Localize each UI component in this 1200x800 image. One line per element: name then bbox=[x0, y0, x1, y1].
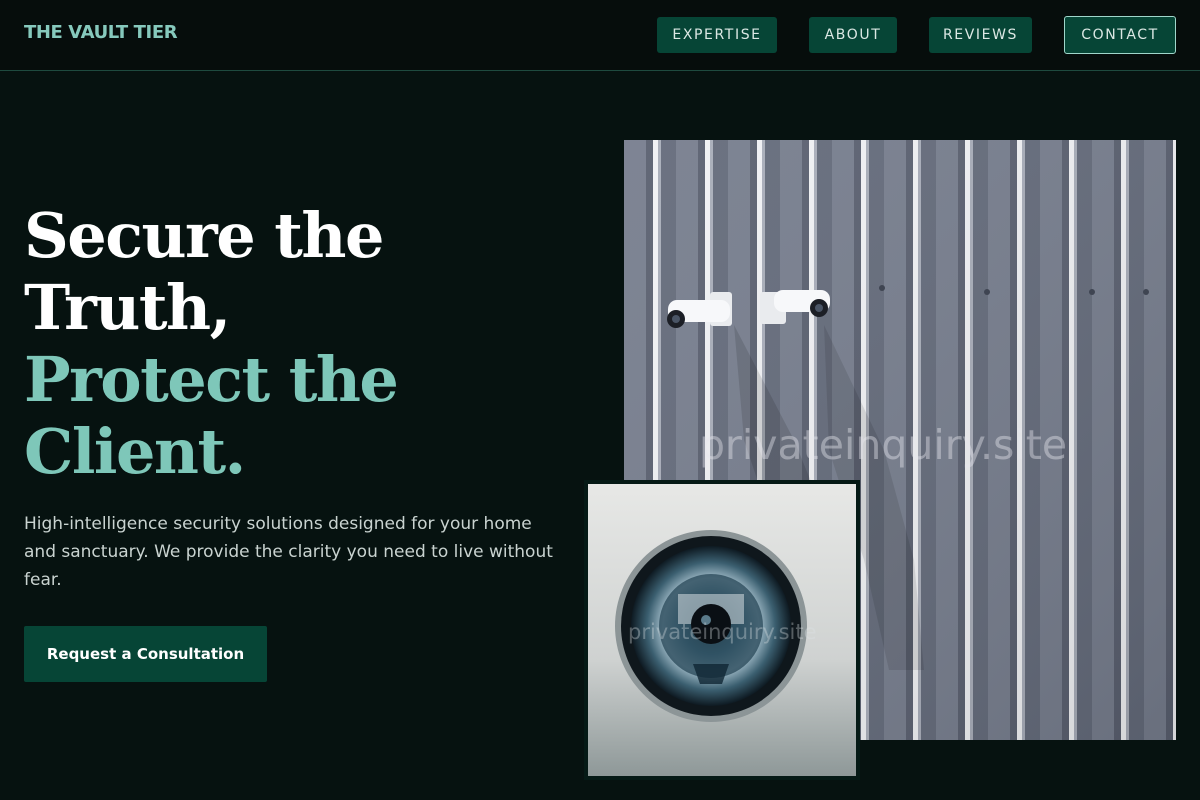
request-consultation-button[interactable]: Request a Consultation bbox=[24, 626, 267, 682]
hero-description: High-intelligence security solutions des… bbox=[24, 514, 553, 590]
camera-lens-image bbox=[584, 480, 860, 780]
headline-line-2: Truth, bbox=[24, 271, 231, 344]
camera-lens-graphic bbox=[588, 484, 856, 776]
headline-line-4: Client. bbox=[24, 415, 246, 488]
headline-line-3: Protect the bbox=[24, 343, 399, 416]
brand-logo[interactable]: THE VAULT TIER bbox=[24, 22, 178, 43]
site-header: THE VAULT TIER EXPERTISE ABOUT REVIEWS C… bbox=[0, 0, 1200, 71]
nav-about-button[interactable]: ABOUT bbox=[809, 17, 897, 53]
nav-expertise-button[interactable]: EXPERTISE bbox=[657, 17, 777, 53]
nav-contact-button[interactable]: CONTACT bbox=[1064, 16, 1176, 54]
hero-headline: Secure the Truth, Protect the Client. bbox=[24, 200, 584, 488]
nav-reviews-button[interactable]: REVIEWS bbox=[929, 17, 1032, 53]
headline-line-1: Secure the bbox=[24, 199, 384, 272]
